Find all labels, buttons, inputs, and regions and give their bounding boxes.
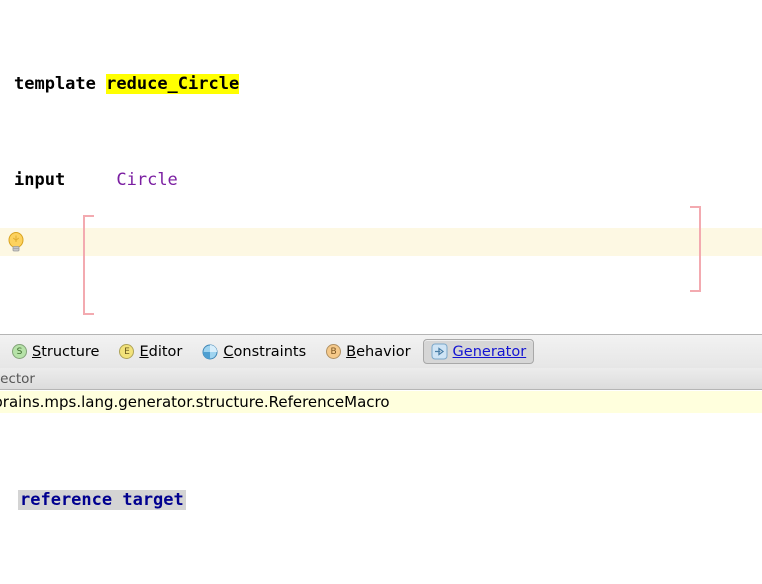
sphere-icon <box>202 344 218 360</box>
inspector-body[interactable]: reference target comment : <none> refere… <box>0 416 762 584</box>
inspector-node-concept-path-text: jetbrains.mps.lang.generator.structure.R… <box>0 391 390 413</box>
tab-constraints-label: Constraints <box>223 344 306 360</box>
behavior-badge-icon: B <box>326 344 341 359</box>
behavior-badge-letter: B <box>331 347 337 357</box>
template-fragment-bracket-left <box>83 215 94 315</box>
inspector-pane[interactable]: Inspector jetbrains.mps.lang.generator.s… <box>0 368 762 584</box>
tab-structure-label: Structure <box>32 344 99 360</box>
template-keyword: template <box>14 74 96 94</box>
generator-arrow-icon <box>431 343 448 360</box>
template-name[interactable]: reduce_Circle <box>106 74 239 94</box>
editor-badge-letter: E <box>124 347 130 357</box>
aspect-tab-bar[interactable]: S Structure E Editor Constraints B Behav… <box>0 334 762 368</box>
code-content[interactable]: template reduce_Circle input Circle para… <box>0 0 762 334</box>
structure-badge-icon: S <box>12 344 27 359</box>
input-concept-value[interactable]: Circle <box>116 170 177 190</box>
input-keyword: input <box>14 170 65 190</box>
reference-target-label[interactable]: reference target <box>18 490 186 510</box>
inspector-node-concept-path: jetbrains.mps.lang.generator.structure.R… <box>0 391 762 413</box>
tab-generator[interactable]: Generator <box>423 339 535 364</box>
line-blank-1 <box>0 264 762 288</box>
template-editor-pane[interactable]: template reduce_Circle input Circle para… <box>0 0 762 334</box>
tab-generator-label: Generator <box>453 344 527 360</box>
tab-behavior-label: Behavior <box>346 344 410 360</box>
template-fragment-bracket-right <box>690 206 701 292</box>
tab-constraints[interactable]: Constraints <box>194 340 314 364</box>
lightbulb-icon[interactable] <box>6 231 26 253</box>
inspector-title-text: Inspector <box>0 368 35 390</box>
structure-badge-letter: S <box>17 347 23 357</box>
tab-behavior[interactable]: B Behavior <box>318 340 418 364</box>
mps-generator-editor-window: template reduce_Circle input Circle para… <box>0 0 762 584</box>
inspector-title-bar: Inspector <box>0 368 762 390</box>
line-input-declaration[interactable]: input Circle <box>0 168 762 192</box>
editor-badge-icon: E <box>119 344 134 359</box>
tab-structure[interactable]: S Structure <box>4 340 107 364</box>
line-template-declaration[interactable]: template reduce_Circle <box>0 72 762 96</box>
tab-editor-label: Editor <box>139 344 182 360</box>
tab-editor[interactable]: E Editor <box>111 340 190 364</box>
line-reference-target[interactable]: reference target <box>0 488 762 512</box>
